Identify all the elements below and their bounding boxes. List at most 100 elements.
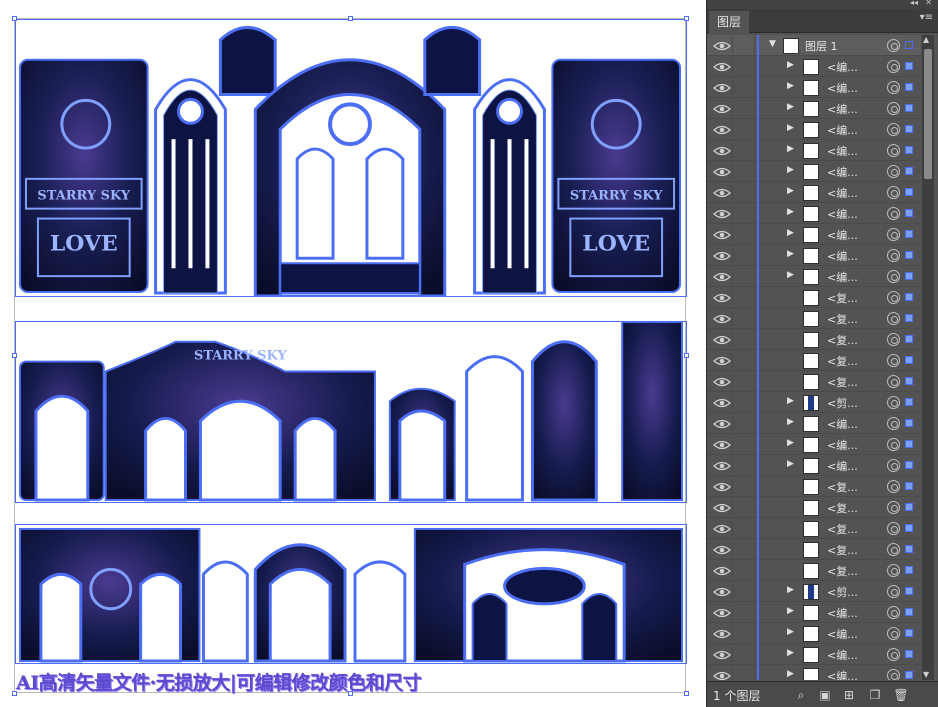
visibility-eye-icon[interactable] [713,206,733,221]
selection-handle[interactable] [684,353,689,358]
lock-toggle[interactable] [735,224,755,245]
lock-toggle[interactable] [735,455,755,476]
selection-indicator[interactable] [905,251,913,259]
visibility-eye-icon[interactable] [713,59,733,74]
visibility-eye-icon[interactable] [713,290,733,305]
selection-indicator[interactable] [905,209,913,217]
layer-name[interactable]: <编... [827,647,858,663]
expand-arrow-icon[interactable]: ▶ [787,438,794,448]
expand-arrow-icon[interactable]: ▶ [787,207,794,217]
layer-name[interactable]: <剪... [827,584,858,600]
selection-indicator[interactable] [905,293,913,301]
expand-arrow-icon[interactable]: ▶ [787,606,794,616]
selection-handle[interactable] [348,16,353,21]
layer-name[interactable]: <复... [827,542,858,558]
layer-row[interactable]: ▶ <编... [707,602,921,623]
target-circle-icon[interactable] [887,585,900,598]
target-circle-icon[interactable] [887,39,900,52]
lock-toggle[interactable] [735,308,755,329]
layer-row-parent[interactable]: ▼ 图层 1 [707,35,921,56]
visibility-eye-icon[interactable] [713,80,733,95]
layer-name[interactable]: <复... [827,374,858,390]
layer-row[interactable]: ▶ <剪... [707,581,921,602]
selection-indicator[interactable] [905,545,913,553]
layer-name[interactable]: <复... [827,332,858,348]
lock-toggle[interactable] [735,518,755,539]
layer-name[interactable]: <编... [827,269,858,285]
selection-indicator[interactable] [905,524,913,532]
lock-toggle[interactable] [735,287,755,308]
layer-row[interactable]: ▶ <编... [707,623,921,644]
selection-indicator[interactable] [905,398,913,406]
make-clipping-mask-icon[interactable]: ▣ [817,687,833,703]
visibility-eye-icon[interactable] [713,626,733,641]
target-circle-icon[interactable] [887,522,900,535]
target-circle-icon[interactable] [887,102,900,115]
selection-indicator[interactable] [905,482,913,490]
selection-indicator[interactable] [905,608,913,616]
layer-name[interactable]: <编... [827,668,858,680]
target-circle-icon[interactable] [887,627,900,640]
layer-name[interactable]: <编... [827,101,858,117]
layer-name[interactable]: <编... [827,416,858,432]
target-circle-icon[interactable] [887,312,900,325]
target-circle-icon[interactable] [887,669,900,680]
target-circle-icon[interactable] [887,396,900,409]
lock-toggle[interactable] [735,35,755,56]
layer-name[interactable]: <编... [827,626,858,642]
visibility-eye-icon[interactable] [713,542,733,557]
expand-arrow-icon[interactable]: ▶ [787,417,794,427]
selection-indicator[interactable] [905,587,913,595]
lock-toggle[interactable] [735,56,755,77]
layer-row[interactable]: <复... [707,287,921,308]
scroll-down-icon[interactable]: ▼ [923,670,929,679]
selection-indicator[interactable] [905,230,913,238]
lock-toggle[interactable] [735,560,755,581]
layer-row[interactable]: ▶ <编... [707,413,921,434]
visibility-eye-icon[interactable] [713,164,733,179]
expand-arrow-icon[interactable]: ▶ [787,186,794,196]
layer-name[interactable]: <编... [827,248,858,264]
layer-row[interactable]: ▶ <编... [707,224,921,245]
target-circle-icon[interactable] [887,501,900,514]
lock-toggle[interactable] [735,497,755,518]
target-circle-icon[interactable] [887,375,900,388]
lock-toggle[interactable] [735,245,755,266]
visibility-eye-icon[interactable] [713,647,733,662]
new-sublayer-icon[interactable]: ⊞ [841,687,857,703]
expand-arrow-icon[interactable]: ▶ [787,249,794,259]
artboard-canvas[interactable]: STARRY SKY LOVE STARRY SKY LOVE STARRY S… [0,0,706,707]
layer-row[interactable]: ▶ <编... [707,161,921,182]
expand-arrow-icon[interactable]: ▶ [787,60,794,70]
visibility-eye-icon[interactable] [713,605,733,620]
target-circle-icon[interactable] [887,123,900,136]
expand-arrow-icon[interactable]: ▶ [787,396,794,406]
scroll-thumb[interactable] [924,49,932,179]
layer-name[interactable]: <编... [827,458,858,474]
artwork-section-bottom[interactable] [15,524,687,664]
visibility-eye-icon[interactable] [713,416,733,431]
layer-name[interactable]: <编... [827,80,858,96]
tab-layers[interactable]: 图层 [709,11,750,33]
lock-toggle[interactable] [735,161,755,182]
layer-name[interactable]: <编... [827,59,858,75]
expand-arrow-icon[interactable]: ▶ [787,270,794,280]
expand-arrow-icon[interactable]: ▶ [787,123,794,133]
selection-indicator[interactable] [905,419,913,427]
layer-name[interactable]: <复... [827,563,858,579]
lock-toggle[interactable] [735,371,755,392]
lock-toggle[interactable] [735,350,755,371]
target-circle-icon[interactable] [887,333,900,346]
visibility-eye-icon[interactable] [713,311,733,326]
layer-row[interactable]: ▶ <编... [707,98,921,119]
selection-handle[interactable] [684,691,689,696]
layer-name[interactable]: <复... [827,311,858,327]
target-circle-icon[interactable] [887,249,900,262]
lock-toggle[interactable] [735,665,755,680]
visibility-eye-icon[interactable] [713,353,733,368]
visibility-eye-icon[interactable] [713,668,733,680]
layer-name[interactable]: <编... [827,437,858,453]
visibility-eye-icon[interactable] [713,227,733,242]
visibility-eye-icon[interactable] [713,248,733,263]
layer-name[interactable]: <剪... [827,395,858,411]
